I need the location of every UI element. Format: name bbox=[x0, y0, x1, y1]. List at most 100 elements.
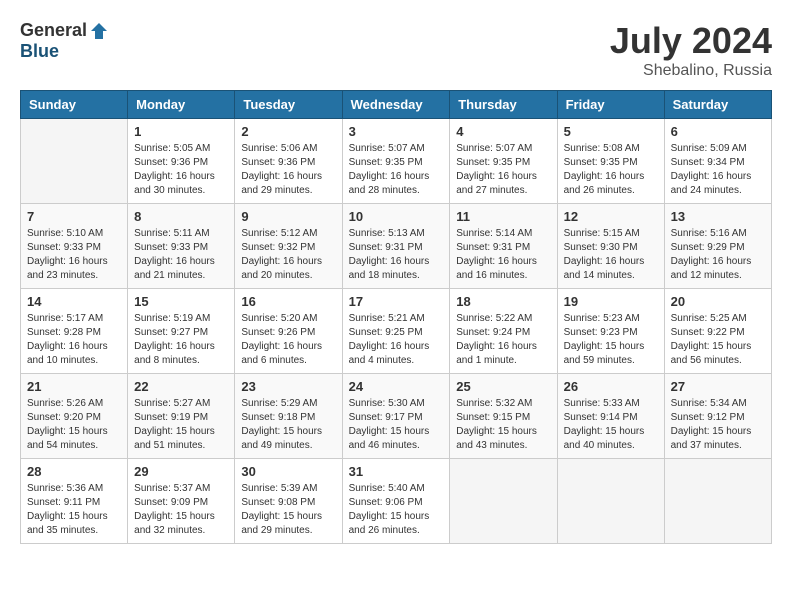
day-info: Sunrise: 5:30 AM Sunset: 9:17 PM Dayligh… bbox=[349, 397, 444, 453]
day-info: Sunrise: 5:34 AM Sunset: 9:12 PM Dayligh… bbox=[671, 397, 765, 453]
day-info: Sunrise: 5:39 AM Sunset: 9:08 PM Dayligh… bbox=[241, 482, 335, 538]
calendar-cell: 21Sunrise: 5:26 AM Sunset: 9:20 PM Dayli… bbox=[21, 374, 128, 459]
day-number: 1 bbox=[134, 124, 228, 139]
day-number: 28 bbox=[27, 464, 121, 479]
day-number: 19 bbox=[564, 294, 658, 309]
day-number: 9 bbox=[241, 209, 335, 224]
day-number: 21 bbox=[27, 379, 121, 394]
calendar-week-row: 1 Sunrise: 5:05 AM Sunset: 9:36 PM Daylig… bbox=[21, 119, 772, 204]
day-info: Sunrise: 5:06 AM Sunset: 9:36 PM Dayligh… bbox=[241, 142, 335, 198]
day-info: Sunrise: 5:09 AM Sunset: 9:34 PM Dayligh… bbox=[671, 142, 765, 198]
day-info: Sunrise: 5:29 AM Sunset: 9:18 PM Dayligh… bbox=[241, 397, 335, 453]
calendar-header-thursday: Thursday bbox=[450, 91, 557, 119]
logo-blue: Blue bbox=[20, 41, 59, 62]
calendar-cell: 23 Sunrise: 5:29 AM Sunset: 9:18 PM Dayli… bbox=[235, 374, 342, 459]
calendar-cell: 24Sunrise: 5:30 AM Sunset: 9:17 PM Dayli… bbox=[342, 374, 450, 459]
calendar-cell: 14 Sunrise: 5:17 AM Sunset: 9:28 PM Dayli… bbox=[21, 289, 128, 374]
day-info: Sunrise: 5:21 AM Sunset: 9:25 PM Dayligh… bbox=[349, 312, 444, 368]
calendar-cell: 20 Sunrise: 5:25 AM Sunset: 9:22 PM Dayli… bbox=[664, 289, 771, 374]
calendar-week-row: 14 Sunrise: 5:17 AM Sunset: 9:28 PM Dayli… bbox=[21, 289, 772, 374]
logo-general: General bbox=[20, 20, 87, 41]
calendar-cell: 2 Sunrise: 5:06 AM Sunset: 9:36 PM Daylig… bbox=[235, 119, 342, 204]
day-number: 7 bbox=[27, 209, 121, 224]
calendar-cell: 27 Sunrise: 5:34 AM Sunset: 9:12 PM Dayli… bbox=[664, 374, 771, 459]
day-info: Sunrise: 5:11 AM Sunset: 9:33 PM Dayligh… bbox=[134, 227, 228, 283]
calendar-cell: 7 Sunrise: 5:10 AM Sunset: 9:33 PM Daylig… bbox=[21, 204, 128, 289]
calendar-table: SundayMondayTuesdayWednesdayThursdayFrid… bbox=[20, 90, 772, 544]
calendar-header-friday: Friday bbox=[557, 91, 664, 119]
day-info: Sunrise: 5:15 AM Sunset: 9:30 PM Dayligh… bbox=[564, 227, 658, 283]
day-number: 29 bbox=[134, 464, 228, 479]
location-subtitle: Shebalino, Russia bbox=[610, 62, 772, 80]
day-number: 15 bbox=[134, 294, 228, 309]
day-number: 12 bbox=[564, 209, 658, 224]
calendar-header-wednesday: Wednesday bbox=[342, 91, 450, 119]
day-number: 3 bbox=[349, 124, 444, 139]
calendar-header-saturday: Saturday bbox=[664, 91, 771, 119]
calendar-week-row: 7 Sunrise: 5:10 AM Sunset: 9:33 PM Daylig… bbox=[21, 204, 772, 289]
calendar-cell: 31 Sunrise: 5:40 AM Sunset: 9:06 PM Dayli… bbox=[342, 459, 450, 544]
day-number: 2 bbox=[241, 124, 335, 139]
calendar-cell: 9 Sunrise: 5:12 AM Sunset: 9:32 PM Daylig… bbox=[235, 204, 342, 289]
calendar-cell: 8 Sunrise: 5:11 AM Sunset: 9:33 PM Daylig… bbox=[128, 204, 235, 289]
day-info: Sunrise: 5:37 AM Sunset: 9:09 PM Dayligh… bbox=[134, 482, 228, 538]
calendar-header-tuesday: Tuesday bbox=[235, 91, 342, 119]
day-number: 14 bbox=[27, 294, 121, 309]
calendar-cell: 22 Sunrise: 5:27 AM Sunset: 9:19 PM Dayli… bbox=[128, 374, 235, 459]
day-info: Sunrise: 5:36 AM Sunset: 9:11 PM Dayligh… bbox=[27, 482, 121, 538]
day-info: Sunrise: 5:12 AM Sunset: 9:32 PM Dayligh… bbox=[241, 227, 335, 283]
calendar-cell: 11Sunrise: 5:14 AM Sunset: 9:31 PM Dayli… bbox=[450, 204, 557, 289]
day-number: 16 bbox=[241, 294, 335, 309]
day-info: Sunrise: 5:33 AM Sunset: 9:14 PM Dayligh… bbox=[564, 397, 658, 453]
calendar-cell: 18Sunrise: 5:22 AM Sunset: 9:24 PM Dayli… bbox=[450, 289, 557, 374]
calendar-cell: 1 Sunrise: 5:05 AM Sunset: 9:36 PM Daylig… bbox=[128, 119, 235, 204]
calendar-cell: 5Sunrise: 5:08 AM Sunset: 9:35 PM Daylig… bbox=[557, 119, 664, 204]
calendar-cell: 15Sunrise: 5:19 AM Sunset: 9:27 PM Dayli… bbox=[128, 289, 235, 374]
day-number: 30 bbox=[241, 464, 335, 479]
day-number: 4 bbox=[456, 124, 550, 139]
calendar-cell: 17 Sunrise: 5:21 AM Sunset: 9:25 PM Dayli… bbox=[342, 289, 450, 374]
day-number: 17 bbox=[349, 294, 444, 309]
day-number: 31 bbox=[349, 464, 444, 479]
day-number: 8 bbox=[134, 209, 228, 224]
day-number: 23 bbox=[241, 379, 335, 394]
day-info: Sunrise: 5:40 AM Sunset: 9:06 PM Dayligh… bbox=[349, 482, 444, 538]
calendar-header-row: SundayMondayTuesdayWednesdayThursdayFrid… bbox=[21, 91, 772, 119]
day-info: Sunrise: 5:25 AM Sunset: 9:22 PM Dayligh… bbox=[671, 312, 765, 368]
calendar-cell: 19 Sunrise: 5:23 AM Sunset: 9:23 PM Dayli… bbox=[557, 289, 664, 374]
calendar-cell bbox=[450, 459, 557, 544]
day-number: 25 bbox=[456, 379, 550, 394]
day-info: Sunrise: 5:32 AM Sunset: 9:15 PM Dayligh… bbox=[456, 397, 550, 453]
logo-icon bbox=[89, 21, 109, 41]
calendar-cell: 26 Sunrise: 5:33 AM Sunset: 9:14 PM Dayli… bbox=[557, 374, 664, 459]
day-number: 20 bbox=[671, 294, 765, 309]
calendar-header-sunday: Sunday bbox=[21, 91, 128, 119]
day-number: 27 bbox=[671, 379, 765, 394]
day-info: Sunrise: 5:07 AM Sunset: 9:35 PM Dayligh… bbox=[349, 142, 444, 198]
calendar-cell: 12 Sunrise: 5:15 AM Sunset: 9:30 PM Dayli… bbox=[557, 204, 664, 289]
day-number: 13 bbox=[671, 209, 765, 224]
calendar-cell: 13Sunrise: 5:16 AM Sunset: 9:29 PM Dayli… bbox=[664, 204, 771, 289]
calendar-cell bbox=[557, 459, 664, 544]
calendar-cell: 29 Sunrise: 5:37 AM Sunset: 9:09 PM Dayli… bbox=[128, 459, 235, 544]
calendar-cell: 4Sunrise: 5:07 AM Sunset: 9:35 PM Daylig… bbox=[450, 119, 557, 204]
day-number: 22 bbox=[134, 379, 228, 394]
day-info: Sunrise: 5:05 AM Sunset: 9:36 PM Dayligh… bbox=[134, 142, 228, 198]
calendar-cell: 10Sunrise: 5:13 AM Sunset: 9:31 PM Dayli… bbox=[342, 204, 450, 289]
calendar-cell: 25 Sunrise: 5:32 AM Sunset: 9:15 PM Dayli… bbox=[450, 374, 557, 459]
day-info: Sunrise: 5:20 AM Sunset: 9:26 PM Dayligh… bbox=[241, 312, 335, 368]
day-info: Sunrise: 5:13 AM Sunset: 9:31 PM Dayligh… bbox=[349, 227, 444, 283]
day-info: Sunrise: 5:10 AM Sunset: 9:33 PM Dayligh… bbox=[27, 227, 121, 283]
title-section: July 2024 Shebalino, Russia bbox=[610, 20, 772, 80]
calendar-header-monday: Monday bbox=[128, 91, 235, 119]
day-number: 26 bbox=[564, 379, 658, 394]
day-info: Sunrise: 5:23 AM Sunset: 9:23 PM Dayligh… bbox=[564, 312, 658, 368]
day-info: Sunrise: 5:14 AM Sunset: 9:31 PM Dayligh… bbox=[456, 227, 550, 283]
month-year-title: July 2024 bbox=[610, 20, 772, 62]
day-info: Sunrise: 5:17 AM Sunset: 9:28 PM Dayligh… bbox=[27, 312, 121, 368]
day-info: Sunrise: 5:27 AM Sunset: 9:19 PM Dayligh… bbox=[134, 397, 228, 453]
day-number: 6 bbox=[671, 124, 765, 139]
calendar-cell: 6 Sunrise: 5:09 AM Sunset: 9:34 PM Daylig… bbox=[664, 119, 771, 204]
day-number: 5 bbox=[564, 124, 658, 139]
day-info: Sunrise: 5:22 AM Sunset: 9:24 PM Dayligh… bbox=[456, 312, 550, 368]
